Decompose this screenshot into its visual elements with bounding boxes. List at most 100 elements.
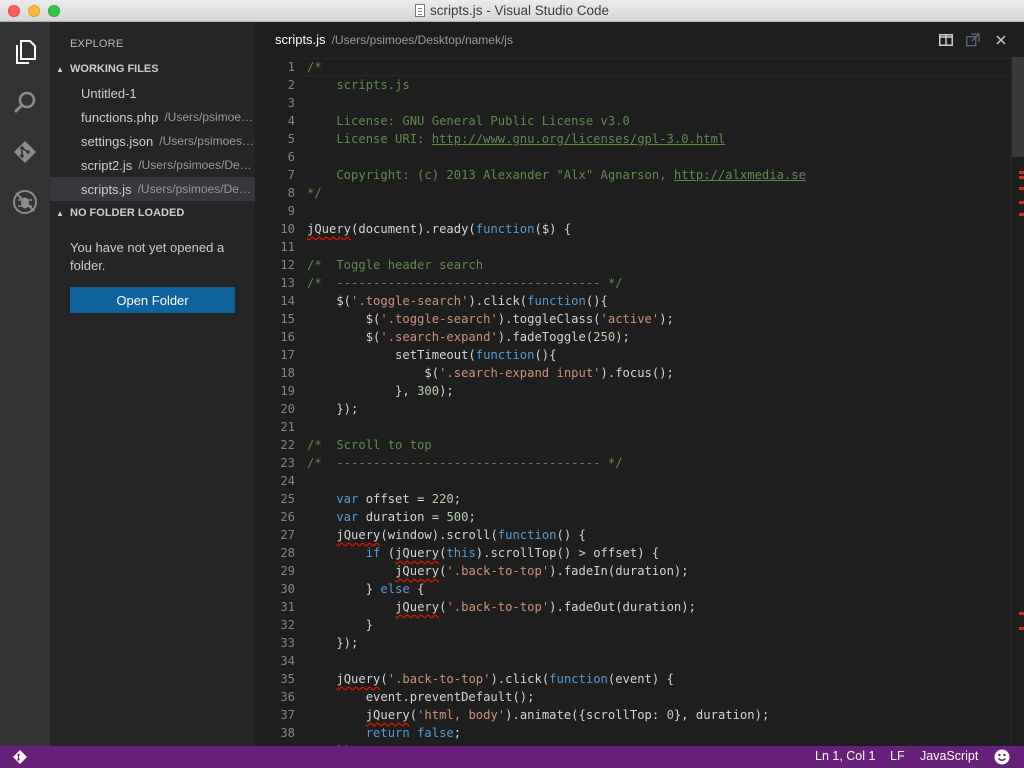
working-file-item[interactable]: settings.json /Users/psimoes/Library/App… <box>50 129 255 153</box>
code-token: ); <box>439 384 454 398</box>
line-number: 27 <box>280 528 295 542</box>
code-token: { <box>409 582 425 596</box>
vscode-window: scripts.js - Visual Studio Code EXPLORE … <box>0 0 1024 768</box>
code-token: jQuery <box>336 528 381 542</box>
code-token: }, <box>307 384 418 398</box>
no-folder-header[interactable]: ▲ NO FOLDER LOADED <box>50 202 255 224</box>
code-text: License: GNU General Public License v3.0 <box>307 112 630 130</box>
code-text: }); <box>307 400 358 418</box>
line-number: 32 <box>280 618 295 632</box>
code-token: var <box>307 492 359 506</box>
line-number: 11 <box>280 240 295 254</box>
code-token: /* Toggle header search <box>307 258 484 272</box>
file-name: scripts.js <box>81 181 132 197</box>
status-bar: Ln 1, Col 1 LF JavaScript <box>0 746 1024 768</box>
code-text: jQuery(document).ready(function($) { <box>307 220 571 238</box>
code-line: 6 <box>255 148 1024 166</box>
close-icon[interactable] <box>993 33 1009 47</box>
open-changes-icon[interactable] <box>965 33 981 47</box>
working-files-header[interactable]: ▲ WORKING FILES <box>50 58 255 80</box>
document-icon <box>414 4 425 17</box>
line-number: 22 <box>280 438 295 452</box>
maximize-window-button[interactable] <box>48 5 60 17</box>
language-mode[interactable]: JavaScript <box>920 749 978 763</box>
minimize-window-button[interactable] <box>28 5 40 17</box>
split-editor-icon[interactable] <box>938 33 954 47</box>
line-number: 5 <box>287 132 295 146</box>
activity-bar <box>0 22 50 746</box>
working-file-item[interactable]: Untitled-1 <box>50 81 255 105</box>
code-token: Copyright: (c) 2013 Alexander "Alx" Agna… <box>307 168 674 182</box>
code-token: ( <box>380 672 388 686</box>
line-ending[interactable]: LF <box>890 749 905 763</box>
code-token: }, duration); <box>673 708 770 722</box>
close-window-button[interactable] <box>8 5 20 17</box>
code-text: if (jQuery(this).scrollTop() > offset) { <box>307 544 660 562</box>
code-token: 0 <box>666 708 674 722</box>
code-line: 26 var duration = 500; <box>255 508 1024 526</box>
code-token: 250 <box>593 330 616 344</box>
code-token: ($) { <box>534 222 572 236</box>
code-token: ( <box>409 708 418 722</box>
code-token: ).click( <box>490 672 550 686</box>
code-text: }, 300); <box>307 382 454 400</box>
code-editor[interactable]: 1/* 2 scripts.js 3 4 License: GNU General P… <box>255 57 1024 746</box>
git-icon[interactable] <box>0 127 50 177</box>
cursor-position[interactable]: Ln 1, Col 1 <box>815 749 875 763</box>
working-file-item[interactable]: script2.js /Users/psimoes/Desktop/namek/… <box>50 153 255 177</box>
code-token: /* ------------------------------------ … <box>307 456 623 470</box>
code-token: ; <box>453 726 462 740</box>
scrollbar-thumb[interactable] <box>1012 57 1024 157</box>
working-file-item-selected[interactable]: scripts.js /Users/psimoes/Desktop/namek/… <box>50 177 255 201</box>
code-token: /* <box>307 60 322 74</box>
line-number: 26 <box>280 510 295 524</box>
code-line: 12 /* Toggle header search <box>255 256 1024 274</box>
code-line: 23 /* -----------------------------------… <box>255 454 1024 472</box>
line-number: 37 <box>280 708 295 722</box>
explorer-icon[interactable] <box>0 27 50 77</box>
line-number: 36 <box>280 690 295 704</box>
code-text: var offset = 220; <box>307 490 461 508</box>
code-token: '.back-to-top' <box>387 672 491 686</box>
code-token: duration = <box>358 510 447 524</box>
line-number: 20 <box>280 402 295 416</box>
code-token: '.back-to-top' <box>446 600 550 614</box>
code-line: 25 var offset = 220; <box>255 490 1024 508</box>
code-token: (event) { <box>607 672 674 686</box>
code-line: 29 jQuery('.back-to-top').fadeIn(duratio… <box>255 562 1024 580</box>
code-token: ; <box>468 510 476 524</box>
code-line: 14 $('.toggle-search').click(function(){ <box>255 292 1024 310</box>
error-marker <box>1019 171 1024 174</box>
error-marker <box>1019 201 1024 204</box>
editor-file-name[interactable]: scripts.js <box>275 32 326 47</box>
working-file-item[interactable]: functions.php /Users/psimoes/Desktop/nam… <box>50 105 255 129</box>
git-branch-icon[interactable] <box>12 749 28 765</box>
open-folder-button[interactable]: Open Folder <box>70 287 235 313</box>
code-token: ; <box>453 492 462 506</box>
code-line: 22 /* Scroll to top <box>255 436 1024 454</box>
window-title: scripts.js - Visual Studio Code <box>429 3 610 18</box>
code-token: (document).ready( <box>351 222 476 236</box>
code-token: '.search-expand' <box>380 330 498 344</box>
code-line: 36 event.preventDefault(); <box>255 688 1024 706</box>
line-number: 34 <box>280 654 295 668</box>
code-text: $('.toggle-search').toggleClass('active'… <box>307 310 674 328</box>
editor-scrollbar[interactable] <box>1010 57 1024 746</box>
error-marker <box>1019 187 1024 190</box>
code-line: 15 $('.toggle-search').toggleClass('acti… <box>255 310 1024 328</box>
feedback-smiley-icon[interactable] <box>994 749 1010 765</box>
line-number: 2 <box>287 78 295 92</box>
debug-icon[interactable] <box>0 177 50 227</box>
line-number: 25 <box>280 492 295 506</box>
code-token: ).animate({scrollTop: <box>505 708 667 722</box>
search-icon[interactable] <box>0 77 50 127</box>
code-token: } <box>307 618 374 632</box>
code-token: offset = <box>358 492 432 506</box>
line-number: 24 <box>280 474 295 488</box>
code-token: 300 <box>417 384 440 398</box>
code-token: /* Scroll to top <box>307 438 432 452</box>
code-line: 33 }); <box>255 634 1024 652</box>
code-token: $( <box>307 366 440 380</box>
